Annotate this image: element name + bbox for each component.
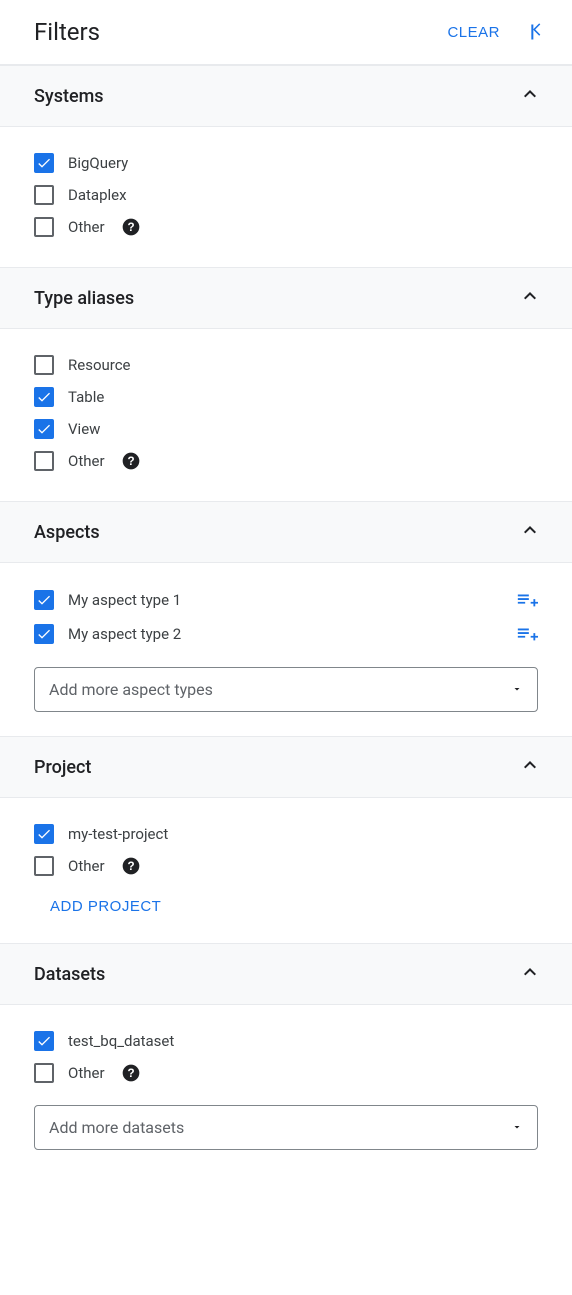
filter-label: Other [68,452,105,470]
dropdown-arrow-icon [511,680,523,699]
filters-title: Filters [34,18,100,46]
filter-label: BigQuery [68,154,128,172]
chevron-up-icon [518,753,542,781]
chevron-up-icon [518,518,542,546]
checkbox-aspects-0[interactable] [34,590,54,610]
dropdown-arrow-icon [511,1118,523,1137]
filters-header: Filters CLEAR [0,0,572,65]
checkbox-type-aliases-3[interactable] [34,451,54,471]
section-title-type-aliases: Type aliases [34,288,134,309]
help-icon[interactable]: ? [121,451,141,471]
filter-row-type-aliases-0: Resource [34,349,538,381]
section-body-type-aliases: Resource Table View Other ? [0,329,572,501]
section-header-systems[interactable]: Systems [0,65,572,127]
section-header-aspects[interactable]: Aspects [0,501,572,563]
filter-row-systems-2: Other ? [34,211,538,243]
filter-row-systems-0: BigQuery [34,147,538,179]
chevron-up-icon [518,960,542,988]
filter-row-aspects-1: My aspect type 2 [34,617,538,651]
svg-text:?: ? [127,221,134,234]
chevron-up-icon [518,284,542,312]
filter-label: Table [68,388,104,406]
collapse-panel-icon[interactable] [528,22,548,42]
datasets-dropdown[interactable]: Add more datasets [34,1105,538,1150]
checkbox-project-0[interactable] [34,824,54,844]
add-filter-icon[interactable] [516,589,538,611]
filter-row-datasets-0: test_bq_dataset [34,1025,538,1057]
checkbox-type-aliases-2[interactable] [34,419,54,439]
svg-text:?: ? [127,1067,134,1080]
help-icon[interactable]: ? [121,1063,141,1083]
filter-row-type-aliases-3: Other ? [34,445,538,477]
section-title-systems: Systems [34,86,104,107]
section-header-type-aliases[interactable]: Type aliases [0,267,572,329]
filter-row-datasets-1: Other ? [34,1057,538,1089]
filter-row-project-0: my-test-project [34,818,538,850]
checkbox-aspects-1[interactable] [34,624,54,644]
checkbox-project-1[interactable] [34,856,54,876]
filter-row-aspects-0: My aspect type 1 [34,583,538,617]
checkbox-type-aliases-1[interactable] [34,387,54,407]
section-body-aspects: My aspect type 1 My aspect type 2 Add mo… [0,563,572,736]
chevron-up-icon [518,82,542,110]
checkbox-datasets-0[interactable] [34,1031,54,1051]
section-header-datasets[interactable]: Datasets [0,943,572,1005]
checkbox-systems-0[interactable] [34,153,54,173]
help-icon[interactable]: ? [121,856,141,876]
aspects-dropdown[interactable]: Add more aspect types [34,667,538,712]
clear-button[interactable]: CLEAR [447,24,500,41]
dropdown-placeholder: Add more aspect types [49,680,213,699]
filter-label: Resource [68,356,131,374]
help-icon[interactable]: ? [121,217,141,237]
filter-row-project-1: Other ? [34,850,538,882]
svg-text:?: ? [127,860,134,873]
filter-row-systems-1: Dataplex [34,179,538,211]
filter-label: test_bq_dataset [68,1032,174,1050]
section-body-datasets: test_bq_dataset Other ? Add more dataset… [0,1005,572,1174]
checkbox-type-aliases-0[interactable] [34,355,54,375]
filter-label: Dataplex [68,186,127,204]
filter-label: Other [68,1064,105,1082]
checkbox-systems-2[interactable] [34,217,54,237]
dropdown-placeholder: Add more datasets [49,1118,184,1137]
filter-label: my-test-project [68,825,168,843]
checkbox-datasets-1[interactable] [34,1063,54,1083]
section-body-project: my-test-project Other ? ADD PROJECT [0,798,572,943]
section-title-datasets: Datasets [34,964,105,985]
section-body-systems: BigQuery Dataplex Other ? [0,127,572,267]
checkbox-systems-1[interactable] [34,185,54,205]
header-actions: CLEAR [447,22,548,42]
filter-label: My aspect type 1 [68,591,181,609]
filter-label: Other [68,857,105,875]
filter-row-type-aliases-1: Table [34,381,538,413]
filter-label: My aspect type 2 [68,625,181,643]
filter-label: View [68,420,100,438]
filter-label: Other [68,218,105,236]
filter-row-type-aliases-2: View [34,413,538,445]
section-header-project[interactable]: Project [0,736,572,798]
add-filter-icon[interactable] [516,623,538,645]
svg-text:?: ? [127,455,134,468]
section-title-project: Project [34,757,91,778]
section-title-aspects: Aspects [34,522,100,543]
add-project-button[interactable]: ADD PROJECT [34,882,161,919]
